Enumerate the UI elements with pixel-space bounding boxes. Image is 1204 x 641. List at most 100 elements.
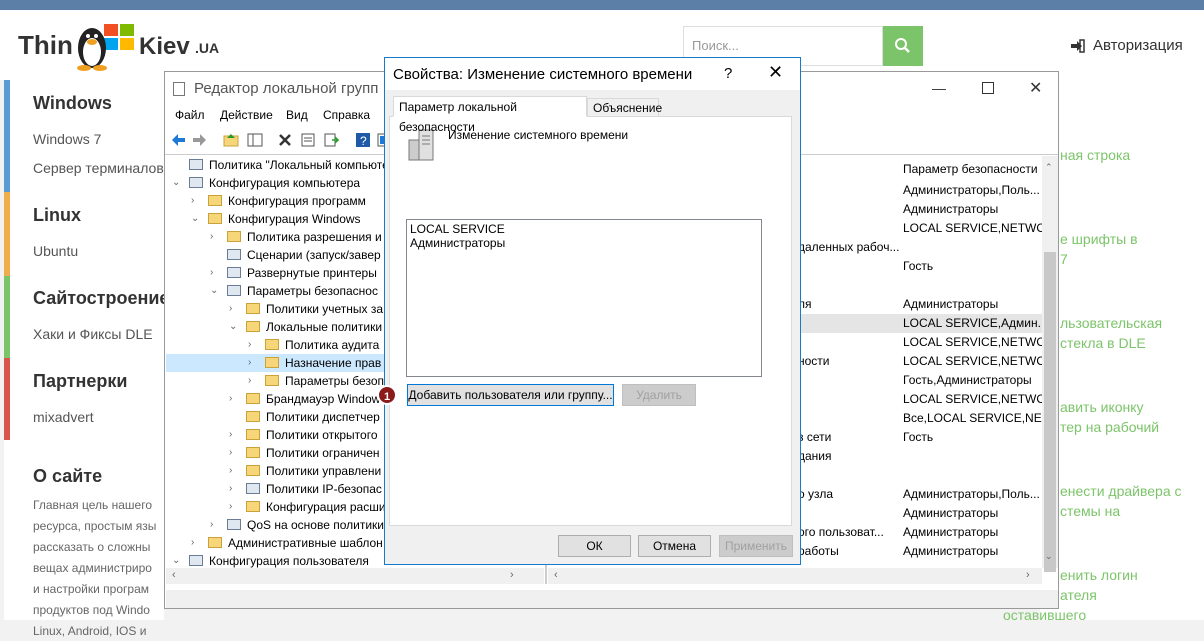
gpedit-maximize-button[interactable] xyxy=(982,82,994,94)
right-article-link[interactable]: ателя xyxy=(1060,585,1097,605)
tree-node-label: Политика аудита xyxy=(285,338,380,352)
gpedit-minimize-button[interactable]: — xyxy=(932,80,948,96)
gpedit-app-icon xyxy=(173,82,185,96)
chevron-right-icon[interactable]: › xyxy=(229,390,232,408)
dialog-help-button[interactable]: ? xyxy=(724,65,732,82)
svg-text:?: ? xyxy=(360,134,367,148)
right-article-link[interactable]: льзовательская xyxy=(1060,313,1162,333)
users-groups-listbox[interactable]: LOCAL SERVICE Администраторы xyxy=(406,219,762,377)
chevron-right-icon[interactable]: › xyxy=(191,534,194,552)
chevron-right-icon[interactable]: › xyxy=(248,372,251,390)
chevron-right-icon[interactable]: › xyxy=(229,300,232,318)
right-article-link[interactable]: авить иконку xyxy=(1060,397,1144,417)
gpedit-statusbar xyxy=(166,590,1058,608)
chevron-right-icon[interactable]: › xyxy=(210,516,213,534)
chevron-down-icon[interactable]: ⌄ xyxy=(172,174,180,192)
list-vertical-scrollbar[interactable]: ⌃ ⌄ xyxy=(1042,156,1058,572)
menu-file[interactable]: Файл xyxy=(175,108,205,122)
site-logo-thin[interactable]: Thin xyxy=(18,30,73,61)
gpedit-close-button[interactable]: ✕ xyxy=(1029,78,1042,98)
column-header-security-setting[interactable]: Параметр безопасности xyxy=(903,160,1038,179)
list-horizontal-scrollbar[interactable]: ‹ › xyxy=(548,568,1042,584)
export-list-icon[interactable] xyxy=(323,132,340,148)
cancel-button[interactable]: Отмена xyxy=(638,535,711,557)
right-article-link[interactable]: енести драйвера с xyxy=(1060,481,1182,501)
auth-link[interactable]: Авторизация xyxy=(1093,37,1183,54)
security-setting-cell: Администраторы,Поль... xyxy=(903,487,1040,501)
sidebar-section-link[interactable]: mixadvert xyxy=(33,409,94,425)
chevron-right-icon[interactable]: › xyxy=(229,480,232,498)
sidebar-section-link[interactable]: Сервер терминалов xyxy=(33,160,164,176)
about-text-line: рассказать о сложны xyxy=(33,540,151,554)
sidebar-section-link[interactable]: Хаки и Фиксы DLE xyxy=(33,326,153,342)
menu-action[interactable]: Действие xyxy=(220,108,273,122)
tree-node-label: Политики ограничен xyxy=(266,446,380,460)
chevron-right-icon[interactable]: › xyxy=(229,462,232,480)
about-text-line: и настройки програм xyxy=(33,582,149,596)
chevron-down-icon[interactable]: ⌄ xyxy=(210,282,218,300)
delete-icon[interactable] xyxy=(277,132,293,148)
ok-button[interactable]: ОК xyxy=(558,535,631,557)
chevron-right-icon[interactable]: › xyxy=(210,228,213,246)
tree-node-label: Параметры безоп xyxy=(285,374,384,388)
computer-icon xyxy=(189,177,203,188)
chevron-right-icon[interactable]: › xyxy=(248,336,251,354)
properties-icon[interactable] xyxy=(300,132,316,148)
tab-local-security-setting[interactable]: Параметр локальной безопасности xyxy=(393,96,587,134)
tree-node-label: Административные шаблон xyxy=(228,536,383,550)
apply-button[interactable]: Применить xyxy=(719,535,793,557)
up-folder-icon[interactable] xyxy=(223,132,239,148)
chevron-right-icon[interactable]: › xyxy=(229,444,232,462)
chevron-right-icon[interactable]: › xyxy=(210,264,213,282)
listbox-entry[interactable]: LOCAL SERVICE xyxy=(410,222,758,236)
right-article-link[interactable]: енить логин xyxy=(1060,565,1138,585)
right-article-link[interactable]: е шрифты в xyxy=(1060,229,1138,249)
sidebar-section-title[interactable]: Партнерки xyxy=(33,371,127,392)
help-icon[interactable]: ? xyxy=(355,132,371,148)
right-article-link[interactable]: стекла в DLE xyxy=(1060,333,1146,353)
chevron-down-icon[interactable]: ⌄ xyxy=(172,552,180,568)
show-hide-tree-icon[interactable] xyxy=(247,132,263,148)
sidebar-section-link[interactable]: Windows 7 xyxy=(33,131,101,147)
sidebar-section-title[interactable]: Сайтостроение xyxy=(33,288,169,309)
sidebar-section-link[interactable]: Ubuntu xyxy=(33,243,78,259)
tree-node-label: Политики открытого xyxy=(266,428,378,442)
sidebar-section-title[interactable]: Windows xyxy=(33,93,112,114)
site-logo-kiev[interactable]: Kiev xyxy=(139,33,190,61)
chevron-right-icon[interactable]: › xyxy=(229,498,232,516)
sidebar-section-title[interactable]: Linux xyxy=(33,205,81,226)
folder-icon xyxy=(208,213,222,224)
sidebar-section-accent xyxy=(4,276,10,358)
add-user-or-group-button[interactable]: Добавить пользователя или группу... xyxy=(407,384,614,406)
chevron-down-icon[interactable]: ⌄ xyxy=(191,210,199,228)
site-search-button[interactable] xyxy=(883,26,923,66)
right-article-link[interactable]: 7 xyxy=(1060,249,1068,269)
menu-help[interactable]: Справка xyxy=(323,108,370,122)
tree-node-label: Политика разрешения и xyxy=(247,230,382,244)
back-arrow-icon[interactable] xyxy=(170,132,186,148)
tree-node-label: Конфигурация пользователя xyxy=(209,554,369,568)
remove-button[interactable]: Удалить xyxy=(622,384,696,406)
tab-explain[interactable]: Объяснение xyxy=(587,98,662,117)
forward-arrow-icon[interactable] xyxy=(192,132,208,148)
chevron-down-icon[interactable]: ⌄ xyxy=(229,318,237,336)
right-article-link[interactable]: ная строка xyxy=(1060,145,1130,165)
policy-name-cell: ности xyxy=(798,354,830,368)
chevron-right-icon[interactable]: › xyxy=(248,354,251,372)
ipsec-icon xyxy=(246,483,260,494)
policy-icon xyxy=(189,159,203,170)
dialog-close-button[interactable]: ✕ xyxy=(768,62,783,83)
tree-node-label: Параметры безопаснос xyxy=(247,284,378,298)
policy-name-cell: даленных рабоч... xyxy=(798,240,900,254)
right-article-link[interactable]: тер на рабочий xyxy=(1060,417,1159,437)
listbox-entry[interactable]: Администраторы xyxy=(410,236,758,250)
chevron-right-icon[interactable]: › xyxy=(191,192,194,210)
menu-view[interactable]: Вид xyxy=(286,108,308,122)
tree-horizontal-scrollbar[interactable]: ‹ › xyxy=(166,568,544,584)
folder-icon xyxy=(246,501,260,512)
right-article-link[interactable]: стемы на xyxy=(1060,501,1120,521)
security-setting-cell: LOCAL SERVICE,Админ... xyxy=(903,316,1042,330)
folder-icon xyxy=(246,321,260,332)
security-setting-cell: Гость xyxy=(903,430,934,444)
chevron-right-icon[interactable]: › xyxy=(229,426,232,444)
